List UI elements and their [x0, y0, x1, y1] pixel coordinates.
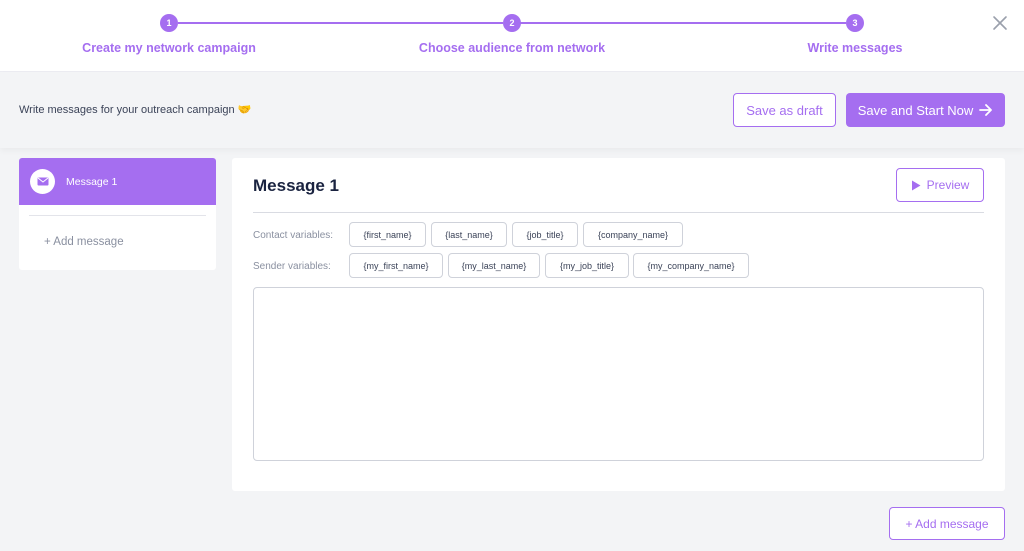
save-draft-label: Save as draft	[746, 102, 823, 118]
step-connector	[520, 22, 846, 24]
page-subtitle: Write messages for your outreach campaig…	[19, 104, 252, 116]
sidebar-item-message-1[interactable]: Message 1	[19, 158, 216, 205]
save-draft-button[interactable]: Save as draft	[733, 93, 836, 127]
step-3-label[interactable]: Write messages	[808, 41, 903, 55]
play-icon	[911, 180, 921, 190]
sidebar-divider	[29, 215, 206, 216]
add-message-button[interactable]: + Add message	[889, 507, 1005, 540]
variable-chip-my-last-name[interactable]: {my_last_name}	[448, 253, 540, 278]
variable-chip-my-first-name[interactable]: {my_first_name}	[349, 253, 443, 278]
step-connector	[178, 22, 503, 24]
contact-variables-label: Contact variables:	[253, 230, 334, 241]
sender-variables-label: Sender variables:	[253, 261, 331, 272]
step-2-label[interactable]: Choose audience from network	[419, 41, 605, 55]
message-list-sidebar: Message 1 + Add message	[19, 158, 216, 270]
close-icon[interactable]	[992, 15, 1008, 31]
preview-label: Preview	[926, 178, 970, 192]
message-editor-card: Message 1 Preview Contact variables: {fi…	[232, 158, 1005, 491]
variable-chip-my-company-name[interactable]: {my_company_name}	[633, 253, 749, 278]
action-bar: Write messages for your outreach campaig…	[0, 72, 1024, 148]
sidebar-add-message-link[interactable]: + Add message	[19, 236, 216, 248]
message-title: Message 1	[253, 176, 339, 195]
variable-chip-last-name[interactable]: {last_name}	[431, 222, 507, 247]
step-1-label[interactable]: Create my network campaign	[82, 41, 256, 55]
step-1-indicator: 1	[160, 14, 178, 32]
preview-button[interactable]: Preview	[896, 168, 984, 202]
arrow-right-icon	[979, 104, 993, 116]
progress-stepper: 1 2 3 Create my network campaign Choose …	[0, 0, 1024, 72]
message-body-textarea[interactable]	[253, 287, 984, 461]
step-2-indicator: 2	[503, 14, 521, 32]
variable-chip-company-name[interactable]: {company_name}	[583, 222, 683, 247]
title-divider	[253, 212, 984, 213]
envelope-icon	[30, 169, 55, 194]
step-3-indicator: 3	[846, 14, 864, 32]
save-and-start-button[interactable]: Save and Start Now	[846, 93, 1005, 127]
variable-chip-first-name[interactable]: {first_name}	[349, 222, 426, 247]
variable-chip-my-job-title[interactable]: {my_job_title}	[545, 253, 629, 278]
sidebar-item-label: Message 1	[66, 175, 118, 188]
save-and-start-label: Save and Start Now	[857, 102, 974, 118]
variable-chip-job-title[interactable]: {job_title}	[512, 222, 578, 247]
add-message-label: + Add message	[905, 516, 989, 531]
